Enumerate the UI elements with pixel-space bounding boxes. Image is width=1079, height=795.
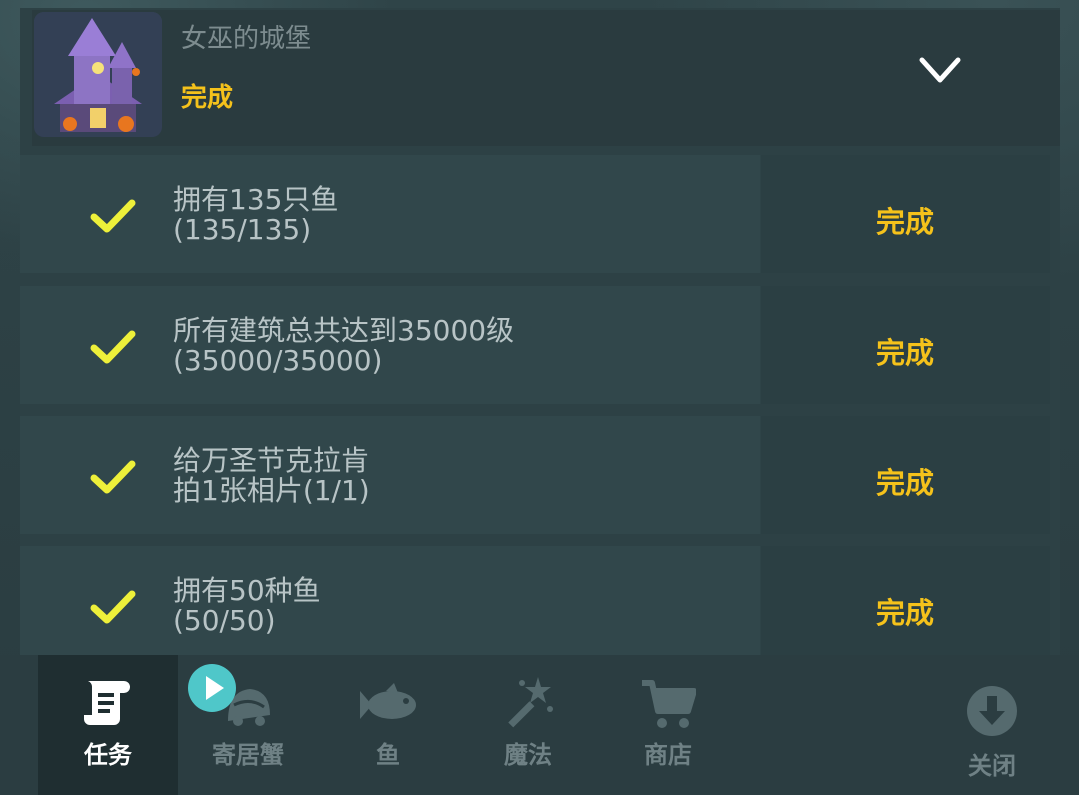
magic-wand-icon bbox=[508, 677, 553, 728]
task-status: 完成 bbox=[876, 596, 935, 630]
task-row: 拥有135只鱼 (135/135) 完成 bbox=[20, 155, 1050, 273]
task-objective: 拥有50种鱼 bbox=[173, 574, 321, 607]
tab-magic[interactable]: 魔法 bbox=[458, 655, 598, 795]
tab-label: 任务 bbox=[84, 741, 132, 769]
task-objective: 所有建筑总共达到35000级 bbox=[173, 314, 515, 347]
task-row: 所有建筑总共达到35000级 (35000/35000) 完成 bbox=[20, 286, 1050, 404]
task-progress: (135/135) bbox=[173, 213, 312, 246]
checkmark-icon bbox=[90, 460, 136, 494]
task-row: 给万圣节克拉肯 拍1张相片(1/1) 完成 bbox=[20, 416, 1050, 534]
bottom-nav: 任务 寄居蟹 鱼 魔法 商店 关闭 bbox=[0, 655, 1079, 795]
checkmark-icon bbox=[90, 330, 136, 364]
fish-icon bbox=[360, 683, 416, 719]
quest-status: 完成 bbox=[181, 83, 234, 113]
task-progress: (35000/35000) bbox=[173, 344, 383, 377]
tab-label: 魔法 bbox=[504, 741, 552, 769]
task-progress: (50/50) bbox=[173, 604, 276, 637]
task-row: 拥有50种鱼 (50/50) 完成 bbox=[20, 546, 1050, 655]
checkmark-icon bbox=[90, 199, 136, 233]
task-objective: 给万圣节克拉肯 bbox=[173, 444, 370, 477]
quest-title: 女巫的城堡 bbox=[181, 24, 312, 54]
tab-fish[interactable]: 鱼 bbox=[318, 655, 458, 795]
task-progress: 拍1张相片(1/1) bbox=[173, 474, 370, 507]
task-status: 完成 bbox=[876, 466, 935, 500]
tab-label: 鱼 bbox=[376, 741, 400, 769]
close-button[interactable]: 关闭 bbox=[922, 655, 1062, 795]
tab-label: 关闭 bbox=[968, 752, 1016, 780]
shopping-cart-icon bbox=[642, 680, 696, 728]
haunted-castle-icon bbox=[34, 12, 162, 137]
chevron-down-icon[interactable] bbox=[916, 52, 964, 88]
task-status: 完成 bbox=[876, 336, 935, 370]
download-circle-icon bbox=[967, 686, 1017, 736]
task-objective: 拥有135只鱼 bbox=[173, 183, 339, 216]
scroll-icon bbox=[84, 681, 130, 725]
task-description: 拥有135只鱼 (135/135) bbox=[173, 185, 338, 245]
checkmark-icon bbox=[90, 590, 136, 624]
task-description: 所有建筑总共达到35000级 (35000/35000) bbox=[173, 316, 514, 376]
play-icon[interactable] bbox=[188, 664, 236, 712]
tab-label: 商店 bbox=[644, 741, 692, 769]
task-status: 完成 bbox=[876, 205, 935, 239]
task-description: 拥有50种鱼 (50/50) bbox=[173, 576, 321, 636]
tab-tasks[interactable]: 任务 bbox=[38, 655, 178, 795]
tab-label: 寄居蟹 bbox=[212, 741, 284, 769]
tab-shop[interactable]: 商店 bbox=[598, 655, 738, 795]
task-description: 给万圣节克拉肯 拍1张相片(1/1) bbox=[173, 446, 370, 506]
